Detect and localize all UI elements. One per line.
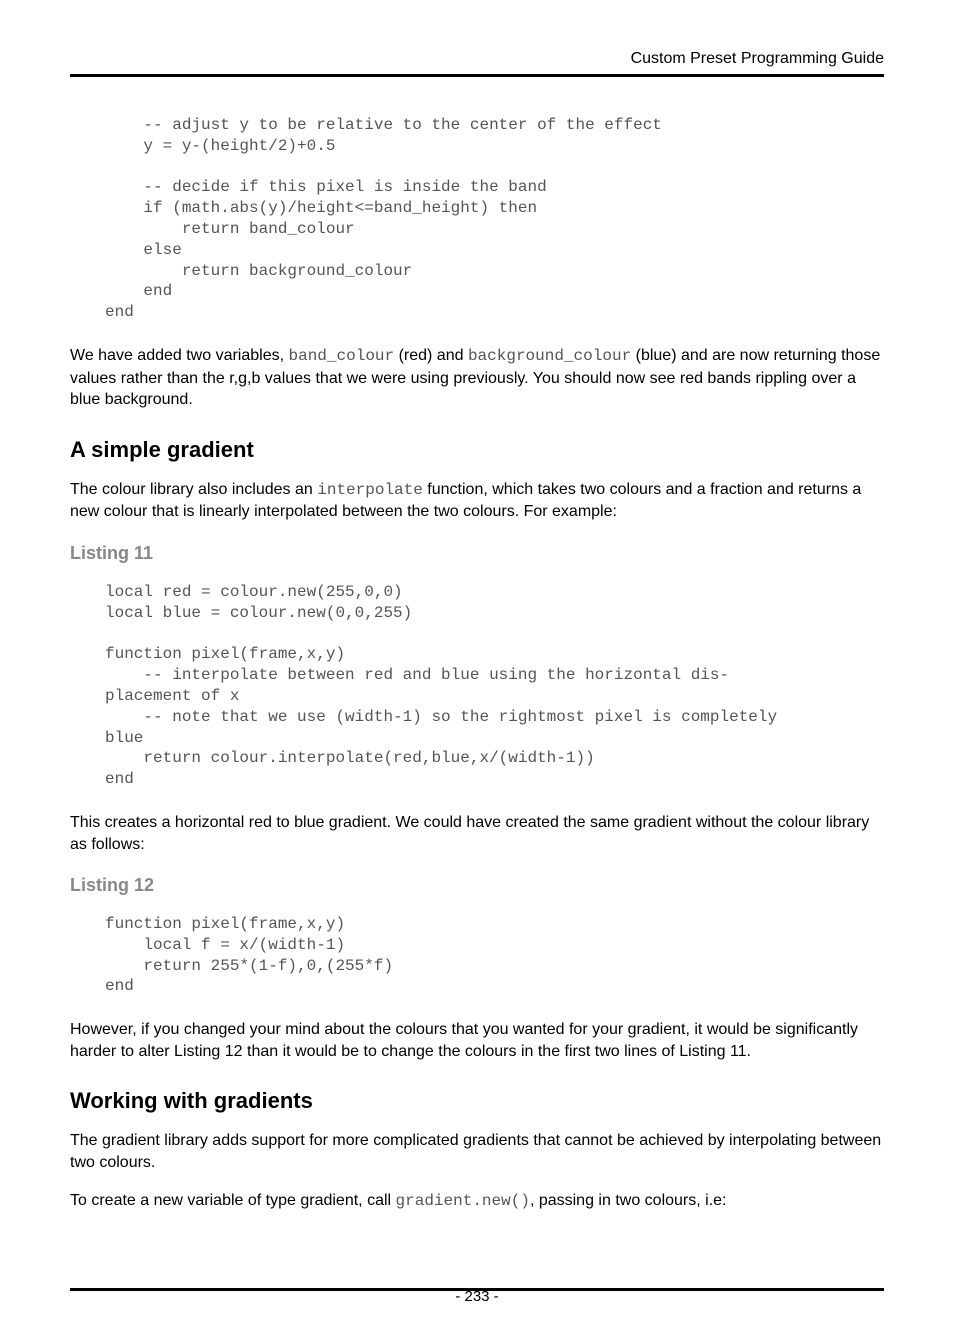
heading-simple-gradient: A simple gradient	[70, 437, 884, 463]
paragraph-1: We have added two variables, band_colour…	[70, 345, 884, 411]
code-block-1: -- adjust y to be relative to the center…	[105, 115, 884, 323]
para6-a: To create a new variable of type gradien…	[70, 1192, 396, 1209]
paragraph-5: The gradient library adds support for mo…	[70, 1130, 884, 1173]
paragraph-6: To create a new variable of type gradien…	[70, 1190, 884, 1213]
para1-b: (red) and	[394, 347, 468, 364]
page-number: - 233 -	[0, 1288, 954, 1305]
heading-working-with-gradients: Working with gradients	[70, 1088, 884, 1114]
paragraph-2: The colour library also includes an inte…	[70, 479, 884, 523]
header-title: Custom Preset Programming Guide	[631, 50, 884, 67]
page-header: Custom Preset Programming Guide	[70, 50, 884, 77]
para2-a: The colour library also includes an	[70, 481, 317, 498]
listing-12-label: Listing 12	[70, 875, 884, 896]
code-block-3: function pixel(frame,x,y) local f = x/(w…	[105, 914, 884, 997]
paragraph-3: This creates a horizontal red to blue gr…	[70, 812, 884, 855]
listing-11-label: Listing 11	[70, 543, 884, 564]
para6-b: , passing in two colours, i.e:	[530, 1192, 727, 1209]
para6-code1: gradient.new()	[396, 1192, 530, 1210]
para1-code2: background_colour	[468, 347, 631, 365]
para2-code1: interpolate	[317, 481, 423, 499]
para1-code1: band_colour	[289, 347, 395, 365]
paragraph-4: However, if you changed your mind about …	[70, 1019, 884, 1062]
para1-a: We have added two variables,	[70, 347, 289, 364]
code-block-2: local red = colour.new(255,0,0) local bl…	[105, 582, 884, 790]
